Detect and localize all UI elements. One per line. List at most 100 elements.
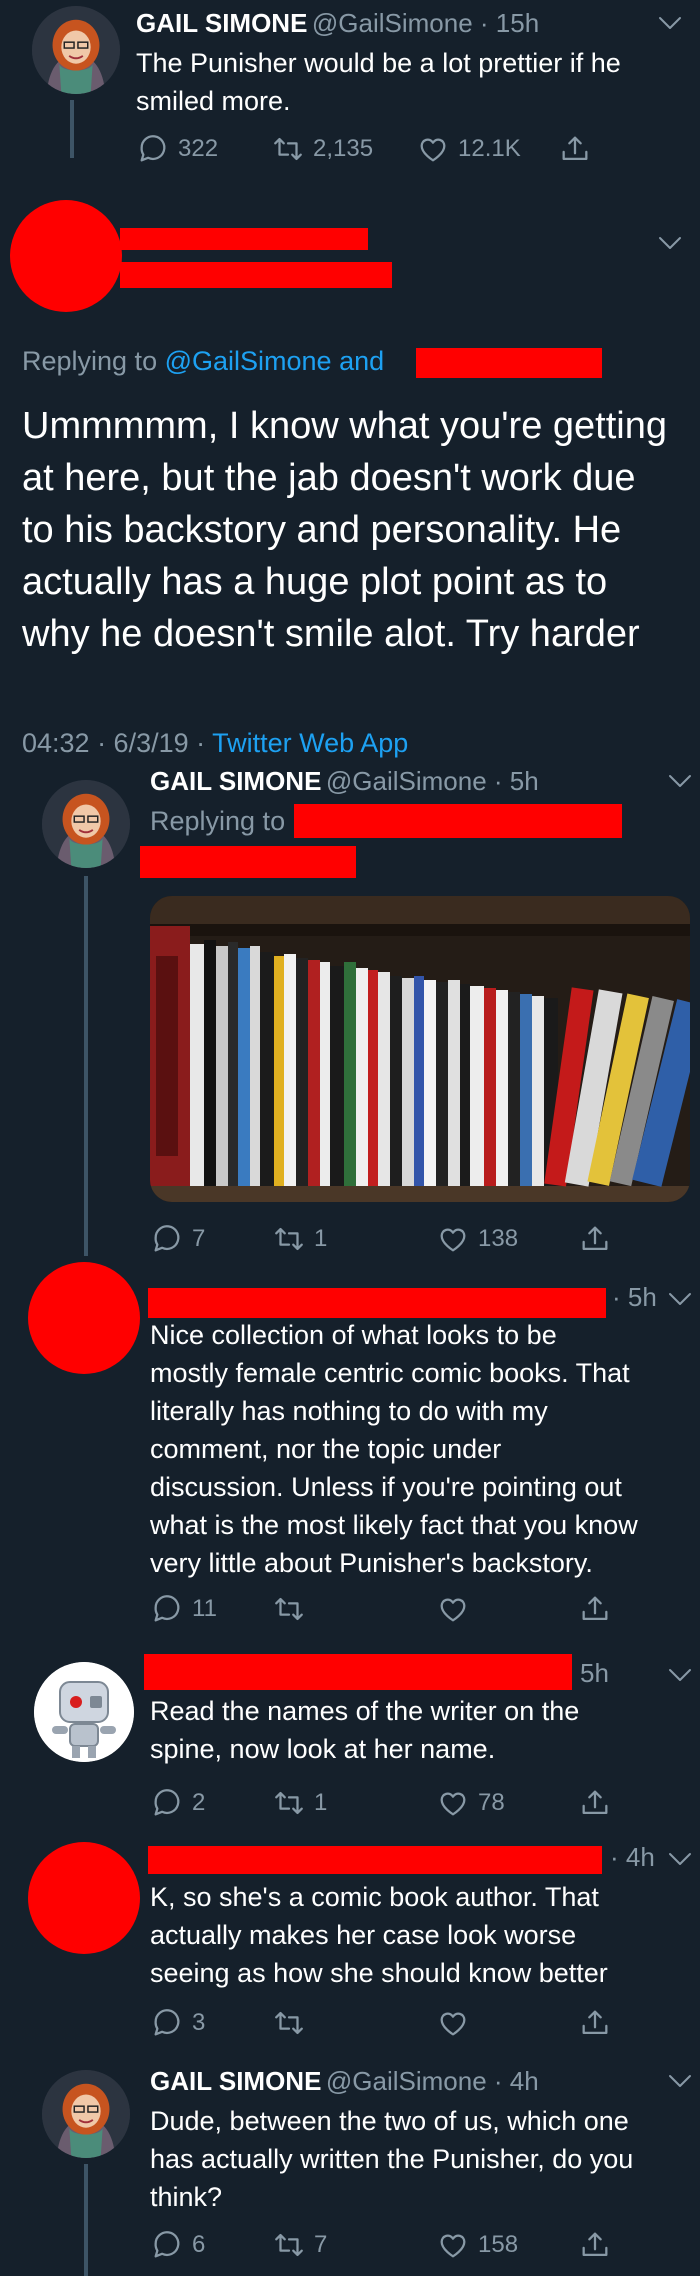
retweet-count: 2,135: [313, 135, 374, 162]
chevron-down-icon[interactable]: [658, 16, 682, 30]
retweet-icon: [272, 1222, 306, 1256]
retweet-button[interactable]: [272, 1592, 306, 1626]
tweet-text-line: literally has nothing to do with my: [150, 1396, 548, 1426]
retweet-icon: [271, 132, 305, 166]
share-button[interactable]: [578, 1786, 612, 1820]
redacted-handle: [120, 262, 392, 288]
like-button[interactable]: 138: [436, 1222, 518, 1256]
tweet-text-line: at here, but the jab doesn't work due: [22, 457, 636, 499]
like-button[interactable]: 12.1K: [416, 132, 521, 166]
tweet7-header: GAIL SIMONE @GailSimone · 4h: [150, 2066, 539, 2097]
timestamp: 04:32 · 6/3/19 ·: [22, 728, 213, 758]
author-name[interactable]: GAIL SIMONE: [150, 2066, 321, 2096]
thread-line: [84, 876, 88, 1256]
redacted-name-handle: [144, 1654, 572, 1690]
author-handle-time: @GailSimone · 15h: [311, 8, 540, 38]
tweet6-actions: 3: [150, 2006, 650, 2046]
chevron-down-icon[interactable]: [668, 1668, 692, 1682]
tweet-text-line: The Punisher would be a lot prettier if …: [136, 48, 621, 78]
share-icon: [558, 132, 592, 166]
tweet1-actions: 322 2,135 12.1K: [136, 132, 636, 172]
chevron-down-icon[interactable]: [668, 1852, 692, 1866]
like-count: 158: [478, 2231, 519, 2258]
reply-button[interactable]: 322: [136, 132, 218, 166]
share-button[interactable]: [578, 1592, 612, 1626]
bookshelf-photo[interactable]: [150, 896, 690, 1202]
redacted-name-handle: [148, 1288, 606, 1318]
chevron-down-icon[interactable]: [668, 774, 692, 788]
avatar-gail-simone[interactable]: [42, 2070, 130, 2158]
avatar-robot[interactable]: [34, 1662, 134, 1762]
tweet-text-line: Dude, between the two of us, which one: [150, 2106, 629, 2136]
redacted-avatar: [28, 1262, 140, 1374]
redacted-avatar: [10, 200, 122, 312]
retweet-button[interactable]: 1: [272, 1786, 327, 1820]
reply-button[interactable]: 6: [150, 2228, 205, 2262]
tweet6-text: K, so she's a comic book author. That ac…: [150, 1878, 608, 1992]
chevron-down-icon[interactable]: [658, 236, 682, 250]
tweet-text-line: comment, nor the topic under: [150, 1434, 502, 1464]
retweet-button[interactable]: 7: [272, 2228, 327, 2262]
retweet-button[interactable]: [272, 2006, 306, 2040]
tweet5-text: Read the names of the writer on the spin…: [150, 1692, 579, 1768]
reply-icon: [150, 1786, 184, 1820]
share-icon: [578, 2006, 612, 2040]
tweet-text-line: to his backstory and personality. He: [22, 509, 622, 551]
tweet3-actions: 7 1 138: [150, 1222, 650, 1262]
heart-icon: [436, 1592, 470, 1626]
retweet-count: 1: [314, 1789, 328, 1816]
chevron-down-icon[interactable]: [668, 1292, 692, 1306]
retweet-button[interactable]: 2,135: [271, 132, 373, 166]
tweet4-actions: 11: [150, 1592, 650, 1632]
chevron-down-icon[interactable]: [668, 2074, 692, 2088]
retweet-count: 7: [314, 2231, 328, 2258]
heart-icon: [436, 2006, 470, 2040]
tweet-text-line: has actually written the Punisher, do yo…: [150, 2144, 634, 2174]
share-button[interactable]: [578, 1222, 612, 1256]
like-button[interactable]: [436, 2006, 470, 2040]
tweet-text-line: mostly female centric comic books. That: [150, 1358, 630, 1388]
heart-icon: [436, 1786, 470, 1820]
robot-avatar-icon: [34, 1662, 134, 1762]
tweet2-timestamp: 04:32 · 6/3/19 · Twitter Web App: [22, 728, 408, 759]
reply-button[interactable]: 2: [150, 1786, 205, 1820]
reply-button[interactable]: 3: [150, 2006, 205, 2040]
avatar-gail-simone[interactable]: [32, 6, 120, 94]
tweet-text-line: smiled more.: [136, 86, 291, 116]
author-name[interactable]: GAIL SIMONE: [150, 766, 321, 796]
retweet-button[interactable]: 1: [272, 1222, 327, 1256]
reply-button[interactable]: 7: [150, 1222, 205, 1256]
tweet-text-line: actually has a huge plot point as to: [22, 561, 608, 603]
author-name[interactable]: GAIL SIMONE: [136, 8, 307, 38]
reply-count: 6: [192, 2231, 206, 2258]
replying-to: Replying to: [150, 806, 286, 836]
like-button[interactable]: 78: [436, 1786, 505, 1820]
reply-count: 322: [178, 135, 219, 162]
share-button[interactable]: [558, 132, 592, 166]
heart-icon: [416, 132, 450, 166]
tweet-text-line: what is the most likely fact that you kn…: [150, 1510, 638, 1540]
share-button[interactable]: [578, 2228, 612, 2262]
tweet-text-line: discussion. Unless if you're pointing ou…: [150, 1472, 622, 1502]
like-button[interactable]: 158: [436, 2228, 518, 2262]
tweet-text-line: think?: [150, 2182, 223, 2212]
tweet-text-line: why he doesn't smile alot. Try harder: [22, 613, 640, 655]
reply-count: 3: [192, 2009, 206, 2036]
client-link[interactable]: Twitter Web App: [212, 728, 408, 758]
redacted-mention: [416, 348, 602, 378]
tweet-time: · 5h: [612, 1282, 657, 1312]
avatar-gail-simone[interactable]: [42, 780, 130, 868]
tweet-text-line: very little about Punisher's backstory.: [150, 1548, 593, 1578]
share-icon: [578, 1592, 612, 1626]
like-count: 78: [478, 1789, 505, 1816]
like-button[interactable]: [436, 1592, 470, 1626]
author-handle-time: @GailSimone · 5h: [325, 766, 539, 796]
tweet-text-line: spine, now look at her name.: [150, 1734, 496, 1764]
reply-icon: [150, 2006, 184, 2040]
tweet1-text: The Punisher would be a lot prettier if …: [136, 44, 621, 120]
reply-button[interactable]: 11: [150, 1592, 217, 1626]
replying-handle-link[interactable]: @GailSimone and: [165, 346, 385, 376]
redacted-avatar: [28, 1842, 140, 1954]
replying-to: Replying to @GailSimone and: [22, 346, 384, 377]
share-button[interactable]: [578, 2006, 612, 2040]
